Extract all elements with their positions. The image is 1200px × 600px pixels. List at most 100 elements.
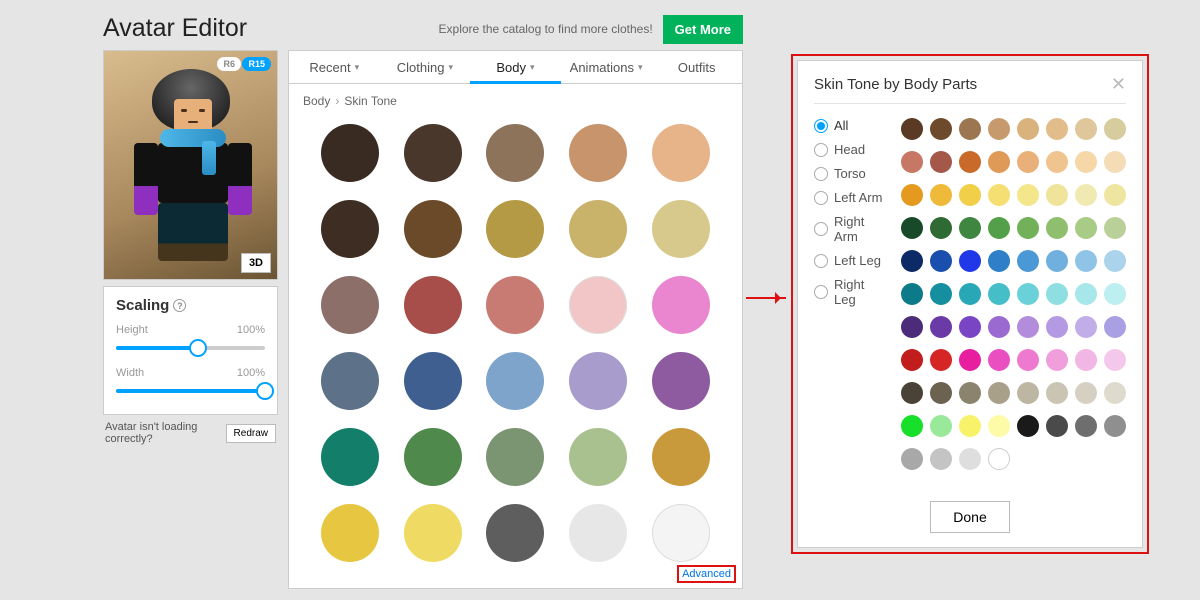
color-swatch[interactable] — [404, 352, 462, 410]
color-swatch[interactable] — [1075, 250, 1097, 272]
color-swatch[interactable] — [1104, 382, 1126, 404]
close-icon[interactable]: ✕ — [1111, 75, 1126, 93]
color-swatch[interactable] — [1046, 151, 1068, 173]
width-slider[interactable] — [116, 382, 265, 400]
color-swatch[interactable] — [1046, 250, 1068, 272]
color-swatch[interactable] — [901, 382, 923, 404]
color-swatch[interactable] — [569, 276, 627, 334]
color-swatch[interactable] — [959, 415, 981, 437]
color-swatch[interactable] — [901, 415, 923, 437]
color-swatch[interactable] — [901, 118, 923, 140]
tab-outfits[interactable]: Outfits — [651, 51, 742, 83]
color-swatch[interactable] — [959, 448, 981, 470]
color-swatch[interactable] — [959, 349, 981, 371]
radio-all[interactable]: All — [814, 118, 889, 133]
color-swatch[interactable] — [930, 316, 952, 338]
color-swatch[interactable] — [1046, 415, 1068, 437]
radio-left-leg[interactable]: Left Leg — [814, 253, 889, 268]
color-swatch[interactable] — [1046, 118, 1068, 140]
color-swatch[interactable] — [1104, 349, 1126, 371]
color-swatch[interactable] — [1075, 382, 1097, 404]
color-swatch[interactable] — [1046, 283, 1068, 305]
color-swatch[interactable] — [569, 200, 627, 258]
color-swatch[interactable] — [901, 316, 923, 338]
toggle-3d-button[interactable]: 3D — [241, 253, 271, 273]
color-swatch[interactable] — [1017, 283, 1039, 305]
color-swatch[interactable] — [321, 504, 379, 562]
color-swatch[interactable] — [1104, 250, 1126, 272]
color-swatch[interactable] — [988, 151, 1010, 173]
redraw-button[interactable]: Redraw — [226, 424, 276, 443]
color-swatch[interactable] — [486, 352, 544, 410]
color-swatch[interactable] — [404, 200, 462, 258]
color-swatch[interactable] — [1046, 316, 1068, 338]
color-swatch[interactable] — [1104, 316, 1126, 338]
color-swatch[interactable] — [959, 250, 981, 272]
color-swatch[interactable] — [930, 448, 952, 470]
color-swatch[interactable] — [901, 448, 923, 470]
color-swatch[interactable] — [1017, 184, 1039, 206]
color-swatch[interactable] — [988, 184, 1010, 206]
r6-badge[interactable]: R6 — [217, 57, 241, 71]
color-swatch[interactable] — [988, 250, 1010, 272]
color-swatch[interactable] — [486, 200, 544, 258]
color-swatch[interactable] — [1104, 184, 1126, 206]
color-swatch[interactable] — [901, 349, 923, 371]
done-button[interactable]: Done — [930, 501, 1009, 533]
color-swatch[interactable] — [321, 276, 379, 334]
color-swatch[interactable] — [901, 184, 923, 206]
color-swatch[interactable] — [1075, 349, 1097, 371]
color-swatch[interactable] — [901, 151, 923, 173]
color-swatch[interactable] — [569, 504, 627, 562]
color-swatch[interactable] — [486, 428, 544, 486]
color-swatch[interactable] — [930, 250, 952, 272]
color-swatch[interactable] — [1075, 151, 1097, 173]
color-swatch[interactable] — [901, 250, 923, 272]
color-swatch[interactable] — [1075, 184, 1097, 206]
color-swatch[interactable] — [930, 283, 952, 305]
color-swatch[interactable] — [1046, 382, 1068, 404]
color-swatch[interactable] — [1104, 118, 1126, 140]
color-swatch[interactable] — [1017, 316, 1039, 338]
color-swatch[interactable] — [901, 283, 923, 305]
help-icon[interactable]: ? — [173, 299, 186, 312]
color-swatch[interactable] — [1017, 250, 1039, 272]
color-swatch[interactable] — [652, 504, 710, 562]
radio-head[interactable]: Head — [814, 142, 889, 157]
color-swatch[interactable] — [486, 124, 544, 182]
tab-recent[interactable]: Recent▾ — [289, 51, 380, 83]
color-swatch[interactable] — [1017, 217, 1039, 239]
color-swatch[interactable] — [404, 124, 462, 182]
color-swatch[interactable] — [988, 217, 1010, 239]
height-slider[interactable] — [116, 339, 265, 357]
color-swatch[interactable] — [1104, 415, 1126, 437]
color-swatch[interactable] — [988, 316, 1010, 338]
color-swatch[interactable] — [930, 151, 952, 173]
color-swatch[interactable] — [930, 349, 952, 371]
color-swatch[interactable] — [569, 352, 627, 410]
radio-torso[interactable]: Torso — [814, 166, 889, 181]
color-swatch[interactable] — [1075, 283, 1097, 305]
tab-animations[interactable]: Animations▾ — [561, 51, 652, 83]
color-swatch[interactable] — [1046, 184, 1068, 206]
color-swatch[interactable] — [404, 504, 462, 562]
color-swatch[interactable] — [652, 428, 710, 486]
color-swatch[interactable] — [321, 200, 379, 258]
advanced-link[interactable]: Advanced — [677, 565, 736, 583]
color-swatch[interactable] — [652, 276, 710, 334]
crumb-body[interactable]: Body — [303, 94, 330, 108]
color-swatch[interactable] — [404, 276, 462, 334]
color-swatch[interactable] — [988, 415, 1010, 437]
color-swatch[interactable] — [1017, 151, 1039, 173]
color-swatch[interactable] — [959, 316, 981, 338]
color-swatch[interactable] — [1017, 349, 1039, 371]
color-swatch[interactable] — [930, 382, 952, 404]
color-swatch[interactable] — [1075, 217, 1097, 239]
color-swatch[interactable] — [959, 118, 981, 140]
color-swatch[interactable] — [652, 352, 710, 410]
color-swatch[interactable] — [1104, 151, 1126, 173]
color-swatch[interactable] — [959, 217, 981, 239]
color-swatch[interactable] — [1017, 382, 1039, 404]
color-swatch[interactable] — [1075, 316, 1097, 338]
r15-badge[interactable]: R15 — [242, 57, 271, 71]
